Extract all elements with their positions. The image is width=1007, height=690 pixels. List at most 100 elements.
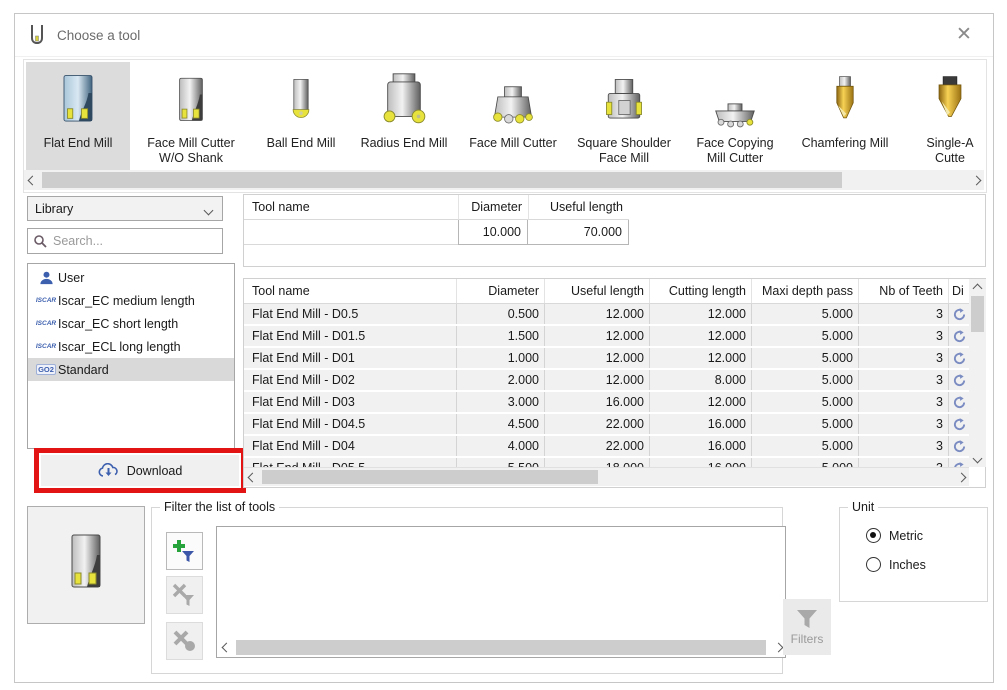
table-row-flat-end-mill-d01[interactable]: Flat End Mill - D011.00012.00012.0005.00… (244, 348, 969, 368)
add-filter-button[interactable] (166, 532, 203, 570)
titlebar: Choose a tool ✕ (15, 14, 993, 57)
unit-option-label: Metric (889, 529, 923, 543)
column-header-nb-of-teeth[interactable]: Nb of Teeth (859, 279, 949, 303)
column-header-diameter[interactable]: Diameter (457, 279, 545, 303)
tool-type-flat-end-mill[interactable]: Flat End Mill (26, 62, 130, 170)
column-header: Useful length (528, 195, 629, 220)
scroll-left-icon[interactable] (244, 469, 260, 485)
table-row-flat-end-mill-d0-5[interactable]: Flat End Mill - D0.50.50012.00012.0005.0… (244, 304, 969, 324)
cell: 5.000 (752, 458, 859, 467)
table-row-flat-end-mill-d04-5[interactable]: Flat End Mill - D04.54.50022.00016.0005.… (244, 414, 969, 434)
diameter-value[interactable]: 10.000 (458, 220, 528, 245)
cell: 12.000 (650, 348, 752, 368)
library-item-standard[interactable]: GO2Standard (28, 358, 234, 381)
app-tool-icon (29, 24, 45, 46)
tool-table-vertical-scrollbar[interactable] (969, 279, 986, 467)
tool-type-face-mill-cutter-w-o-shank[interactable]: Face Mill CutterW/O Shank (130, 62, 252, 170)
column-header-cutting-length[interactable]: Cutting length (650, 279, 752, 303)
tool-table-rows: Flat End Mill - D0.50.50012.00012.0005.0… (244, 304, 969, 467)
scrollbar-thumb[interactable] (236, 640, 766, 655)
chevron-down-icon (204, 205, 214, 215)
cell: 12.000 (545, 304, 650, 324)
cell: Flat End Mill - D0.5 (244, 304, 457, 324)
useful-length-value[interactable]: 70.000 (528, 220, 629, 245)
search-input[interactable]: Search... (27, 228, 223, 254)
tool-type-radius-end-mill[interactable]: Radius End Mill (350, 62, 458, 170)
scroll-right-icon[interactable] (968, 172, 984, 188)
unit-option-metric[interactable]: Metric (866, 528, 987, 543)
library-item-label: Iscar_ECL long length (58, 340, 181, 354)
library-list: UserISCARIscar_EC medium lengthISCARIsca… (27, 263, 235, 449)
cell: 3 (859, 392, 949, 412)
cell: 16.000 (650, 414, 752, 434)
tool-type-label: Face Mill CutterW/O Shank (147, 136, 235, 166)
tool-type-face-copying-mill-cutter[interactable]: Face CopyingMill Cutter (680, 62, 790, 170)
unit-option-inches[interactable]: Inches (866, 557, 987, 572)
tool-name-value[interactable] (244, 220, 458, 245)
rotation-direction-icon (949, 348, 969, 368)
tool-type-square-shoulder-face-mill[interactable]: Square ShoulderFace Mill (568, 62, 680, 170)
user-icon (34, 270, 58, 285)
library-item-iscar-ec-short-length[interactable]: ISCARIscar_EC short length (28, 312, 234, 335)
tool-type-ball-end-mill[interactable]: Ball End Mill (252, 62, 350, 170)
column-header-maxi-depth-pass[interactable]: Maxi depth pass (752, 279, 859, 303)
single-angle-cutter-icon (928, 68, 972, 132)
scroll-down-icon[interactable] (969, 451, 985, 467)
library-dropdown[interactable]: Library (27, 196, 223, 221)
close-icon[interactable]: ✕ (953, 24, 975, 46)
tool-type-face-mill-cutter[interactable]: Face Mill Cutter (458, 62, 568, 170)
cell: 5.000 (752, 370, 859, 390)
library-item-user[interactable]: User (28, 266, 234, 289)
radio-inches[interactable] (866, 557, 881, 572)
selected-tool-value-row: 10.000 70.000 (244, 220, 985, 245)
cell: 3.000 (457, 392, 545, 412)
scroll-left-icon[interactable] (24, 172, 40, 188)
library-item-iscar-ecl-long-length[interactable]: ISCARIscar_ECL long length (28, 335, 234, 358)
cell: 4.000 (457, 436, 545, 456)
cell: Flat End Mill - D01.5 (244, 326, 457, 346)
scroll-right-icon[interactable] (953, 469, 969, 485)
table-row-flat-end-mill-d01-5[interactable]: Flat End Mill - D01.51.50012.00012.0005.… (244, 326, 969, 346)
filter-list[interactable] (216, 526, 786, 658)
cell: 5.500 (457, 458, 545, 467)
cell: 5.000 (752, 304, 859, 324)
library-item-label: User (58, 271, 84, 285)
table-row-flat-end-mill-d04[interactable]: Flat End Mill - D044.00022.00016.0005.00… (244, 436, 969, 456)
radio-metric[interactable] (866, 528, 881, 543)
table-row-flat-end-mill-d05-5[interactable]: Flat End Mill - D05.55.50018.00016.0005.… (244, 458, 969, 467)
scroll-left-icon[interactable] (218, 639, 234, 655)
cell: 5.000 (752, 414, 859, 434)
annotation-red-rectangle (34, 448, 246, 493)
table-row-flat-end-mill-d02[interactable]: Flat End Mill - D022.00012.0008.0005.000… (244, 370, 969, 390)
cell: 2.000 (457, 370, 545, 390)
filter-list-horizontal-scrollbar[interactable] (218, 639, 784, 656)
scrollbar-thumb[interactable] (42, 172, 842, 188)
table-row-flat-end-mill-d03[interactable]: Flat End Mill - D033.00016.00012.0005.00… (244, 392, 969, 412)
cell: 16.000 (650, 436, 752, 456)
column-header-di[interactable]: Di (949, 279, 969, 303)
scroll-up-icon[interactable] (969, 279, 985, 295)
tool-type-strip-box: Flat End Mill Face Mill CutterW/O Shank Ba… (23, 59, 987, 193)
column-header-tool-name[interactable]: Tool name (244, 279, 457, 303)
cell: 12.000 (545, 326, 650, 346)
cell: 3 (859, 326, 949, 346)
cell: 0.500 (457, 304, 545, 324)
search-icon (33, 234, 47, 248)
scrollbar-thumb[interactable] (971, 296, 984, 332)
scrollbar-thumb[interactable] (262, 470, 598, 484)
tool-type-chamfering-mill[interactable]: Chamfering Mill (790, 62, 900, 170)
library-item-iscar-ec-medium-length[interactable]: ISCARIscar_EC medium length (28, 289, 234, 312)
cell: 3 (859, 436, 949, 456)
tool-strip-scrollbar[interactable] (24, 170, 984, 190)
cell: 18.000 (545, 458, 650, 467)
tool-table-horizontal-scrollbar[interactable] (244, 467, 969, 486)
cell: 12.000 (650, 392, 752, 412)
cell: 5.000 (752, 348, 859, 368)
tool-type-single-a-cutte[interactable]: Single-ACutte (900, 62, 986, 170)
column-header-useful-length[interactable]: Useful length (545, 279, 650, 303)
cell: 3 (859, 370, 949, 390)
library-item-label: Iscar_EC medium length (58, 294, 195, 308)
cell: Flat End Mill - D05.5 (244, 458, 457, 467)
ball-end-mill-icon (278, 68, 324, 132)
cell: Flat End Mill - D01 (244, 348, 457, 368)
